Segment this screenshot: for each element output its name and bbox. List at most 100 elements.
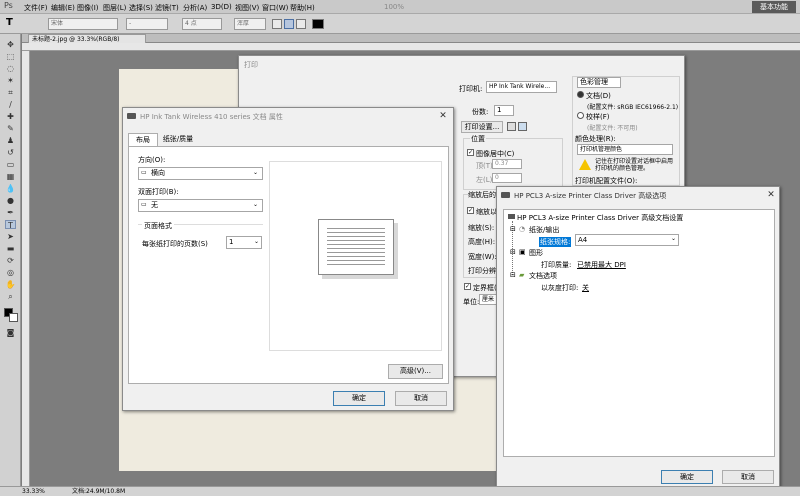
copies-input[interactable]: 1 xyxy=(494,105,514,116)
marquee-tool-icon[interactable]: ⬚ xyxy=(5,52,16,61)
hand-tool-icon[interactable]: ✋ xyxy=(5,280,16,289)
menu-3d[interactable]: 3D(D) xyxy=(211,3,232,11)
brush-tool-icon[interactable]: ✎ xyxy=(5,124,16,133)
status-doc-size: 文档:24.9M/10.8M xyxy=(72,488,126,495)
folder-icon: ▰ xyxy=(519,271,525,279)
pen-tool-icon[interactable]: ✒ xyxy=(5,208,16,217)
page-format-group: 页面格式 每张纸打印的页数(S) 1 ⌄ xyxy=(138,221,263,254)
font-style-select[interactable]: - xyxy=(126,18,168,30)
menu-help[interactable]: 帮助(H) xyxy=(290,3,315,13)
zoom-tool-icon[interactable]: ⌕ xyxy=(5,292,16,301)
bounding-box-checkbox[interactable]: ✓ xyxy=(464,283,471,290)
tab-paper-quality[interactable]: 纸张/质量 xyxy=(158,134,198,146)
toolbox: ✥ ⬚ ◌ ✶ ⌗ ∕ ✚ ✎ ♟ ↺ ▭ ▦ 💧 ● ✒ T ➤ ▬ ⟳ ◎ … xyxy=(0,34,21,486)
cancel-button[interactable]: 取消 xyxy=(722,470,774,484)
menu-image[interactable]: 图像(I) xyxy=(77,3,99,13)
document-radio[interactable] xyxy=(577,91,584,98)
advanced-tree: HP PCL3 A-size Printer Class Driver 高级文档… xyxy=(503,209,775,457)
top-input[interactable]: 0.37 xyxy=(492,159,522,169)
align-left-icon[interactable] xyxy=(272,19,282,29)
menu-select[interactable]: 选择(S) xyxy=(129,3,153,13)
left-input[interactable]: 0 xyxy=(492,173,522,183)
advanced-button[interactable]: 高级(V)... xyxy=(388,364,443,379)
status-bar: 33.33% 文档:24.9M/10.8M xyxy=(0,486,800,496)
close-icon[interactable]: ✕ xyxy=(437,111,449,121)
chevron-down-icon: ⌄ xyxy=(253,201,259,208)
type-tool-active-icon[interactable]: T xyxy=(5,220,16,230)
height-label: 高度(H): xyxy=(468,238,496,246)
font-size-select[interactable]: 4 点 xyxy=(182,18,222,30)
paper-size-select[interactable]: A4 xyxy=(575,234,679,246)
paper-size-label[interactable]: 纸张规格: xyxy=(539,237,572,247)
layout-panel: 方向(O): 横向 ▭ ⌄ 双面打印(B): 无 ▭ ⌄ 页面格式 每张纸打印的… xyxy=(128,146,449,384)
duplex-select[interactable]: 无 xyxy=(138,199,263,212)
print-dialog-title: 打印 xyxy=(244,61,258,69)
color-mgmt-select[interactable]: 色彩管理 xyxy=(577,77,621,88)
expand-icon[interactable]: ⊟ xyxy=(510,248,516,256)
center-image-checkbox[interactable]: ✓ xyxy=(467,149,474,156)
ok-button[interactable]: 确定 xyxy=(333,391,385,406)
workspace-button[interactable]: 基本功能 xyxy=(752,1,796,13)
text-color-swatch[interactable] xyxy=(312,19,324,29)
crop-tool-icon[interactable]: ⌗ xyxy=(5,88,16,97)
eyedropper-icon[interactable]: ∕ xyxy=(5,100,16,109)
history-brush-icon[interactable]: ↺ xyxy=(5,148,16,157)
tab-layout[interactable]: 布局 xyxy=(128,133,158,147)
cancel-button[interactable]: 取消 xyxy=(395,391,447,406)
3d-orbit-icon[interactable]: ◎ xyxy=(5,268,16,277)
expand-icon[interactable]: ⊟ xyxy=(510,271,516,279)
print-quality-value[interactable]: 已禁用最大 DPI xyxy=(577,260,626,270)
lasso-tool-icon[interactable]: ◌ xyxy=(5,64,16,73)
magic-wand-icon[interactable]: ✶ xyxy=(5,76,16,85)
scale-to-fit-checkbox[interactable]: ✓ xyxy=(467,207,474,214)
portrait-icon[interactable] xyxy=(507,122,516,131)
doc-options-node[interactable]: 文档选项 xyxy=(529,271,557,281)
paper-output-icon: ◔ xyxy=(519,225,526,233)
menu-file[interactable]: 文件(F) xyxy=(24,3,48,13)
status-zoom[interactable]: 33.33% xyxy=(22,487,45,496)
printer-select[interactable]: HP Ink Tank Wirele... xyxy=(486,81,557,93)
dodge-tool-icon[interactable]: ● xyxy=(5,196,16,205)
gradient-tool-icon[interactable]: ▦ xyxy=(5,172,16,181)
shape-tool-icon[interactable]: ▬ xyxy=(5,244,16,253)
healing-brush-icon[interactable]: ✚ xyxy=(5,112,16,121)
document-tab[interactable]: 未标题-2.jpg @ 33.3%(RGB/8) xyxy=(28,34,146,43)
color-handling-select[interactable]: 打印机管理颜色 xyxy=(577,144,673,155)
ps-logo: Ps xyxy=(4,1,13,10)
menu-analysis[interactable]: 分析(A) xyxy=(183,3,207,13)
font-family-select[interactable]: 宋体 xyxy=(48,18,118,30)
stamp-tool-icon[interactable]: ♟ xyxy=(5,136,16,145)
align-right-icon[interactable] xyxy=(296,19,306,29)
printer-icon xyxy=(508,214,515,219)
menu-window[interactable]: 窗口(W) xyxy=(262,3,288,13)
grayscale-label: 以灰度打印: xyxy=(541,284,579,292)
proof-profile-text: (配置文件: 不可用) xyxy=(587,125,638,132)
type-tool-icon[interactable]: T xyxy=(6,17,13,28)
landscape-icon[interactable] xyxy=(518,122,527,131)
printer-properties-dialog: HP Ink Tank Wireless 410 series 文档 属性 ✕ … xyxy=(122,107,454,411)
width-label: 宽度(W): xyxy=(468,253,497,261)
print-settings-button[interactable]: 打印设置... xyxy=(461,121,503,133)
antialias-select[interactable]: 浑厚 xyxy=(234,18,266,30)
quick-mask-icon[interactable]: ◙ xyxy=(5,328,16,337)
menu-edit[interactable]: 编辑(E) xyxy=(51,3,75,13)
ok-button[interactable]: 确定 xyxy=(661,470,713,484)
path-select-icon[interactable]: ➤ xyxy=(5,232,16,241)
background-color-swatch[interactable] xyxy=(9,313,18,322)
paper-output-node[interactable]: 纸张/输出 xyxy=(529,225,559,235)
menu-layer[interactable]: 图层(L) xyxy=(103,3,126,13)
grayscale-value[interactable]: 关 xyxy=(582,283,589,293)
align-center-icon[interactable] xyxy=(284,19,294,29)
menu-filter[interactable]: 滤镜(T) xyxy=(155,3,179,13)
zoom-level[interactable]: 100% xyxy=(384,3,404,11)
menu-view[interactable]: 视图(V) xyxy=(235,3,259,13)
proof-radio[interactable] xyxy=(577,112,584,119)
eraser-tool-icon[interactable]: ▭ xyxy=(5,160,16,169)
orientation-select[interactable]: 横向 xyxy=(138,167,263,180)
blur-tool-icon[interactable]: 💧 xyxy=(5,184,16,193)
expand-icon[interactable]: ⊟ xyxy=(510,225,516,233)
3d-rotate-icon[interactable]: ⟳ xyxy=(5,256,16,265)
graphic-node[interactable]: 图形 xyxy=(529,248,543,258)
close-icon[interactable]: ✕ xyxy=(765,190,777,200)
move-tool-icon[interactable]: ✥ xyxy=(5,40,16,49)
